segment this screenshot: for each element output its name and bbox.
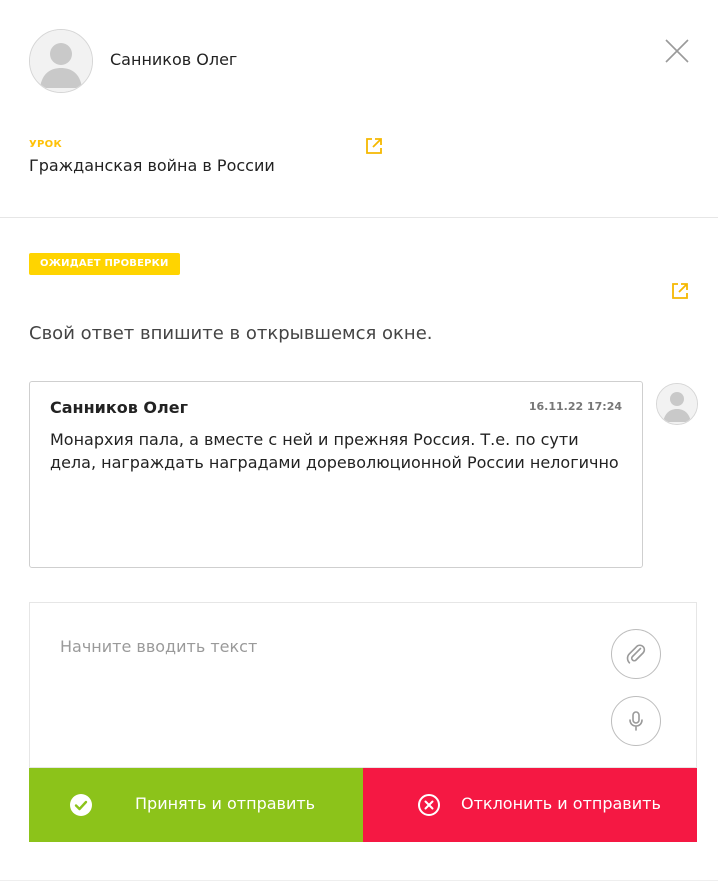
instruction-text: Свой ответ впишите в открывшемся окне. (29, 323, 433, 344)
answer-timestamp: 16.11.22 17:24 (528, 400, 622, 413)
user-avatar (29, 29, 93, 93)
attach-button[interactable] (611, 629, 661, 679)
paperclip-icon (626, 644, 646, 664)
microphone-icon (629, 711, 643, 731)
close-icon (665, 39, 689, 63)
user-avatar-icon (657, 384, 697, 424)
answer-author-avatar (656, 383, 698, 425)
accept-and-send-button[interactable]: Принять и отправить (29, 768, 363, 842)
x-circle-icon (418, 794, 440, 816)
status-badge: ОЖИДАЕТ ПРОВЕРКИ (29, 253, 180, 275)
task-external-link[interactable] (670, 281, 690, 301)
check-circle-icon (70, 794, 92, 816)
answer-card: Санников Олег 16.11.22 17:24 Монархия па… (29, 381, 643, 568)
external-link-icon (672, 283, 688, 299)
bottom-divider (0, 880, 718, 881)
divider (0, 217, 718, 218)
reply-box (29, 602, 697, 768)
user-name: Санников Олег (110, 50, 238, 69)
reject-button-label: Отклонить и отправить (461, 794, 661, 813)
answer-text: Монархия пала, а вместе с ней и прежняя … (50, 430, 619, 472)
close-button[interactable] (663, 37, 691, 65)
lesson-external-link[interactable] (364, 136, 384, 156)
user-avatar-icon (30, 30, 92, 92)
reply-input[interactable] (60, 631, 580, 661)
accept-button-label: Принять и отправить (135, 794, 316, 813)
answer-author: Санников Олег (50, 398, 188, 417)
reject-and-send-button[interactable]: Отклонить и отправить (363, 768, 697, 842)
lesson-title: Гражданская война в России (29, 156, 275, 175)
lesson-label: УРОК (29, 139, 62, 150)
external-link-icon (366, 138, 382, 154)
microphone-button[interactable] (611, 696, 661, 746)
